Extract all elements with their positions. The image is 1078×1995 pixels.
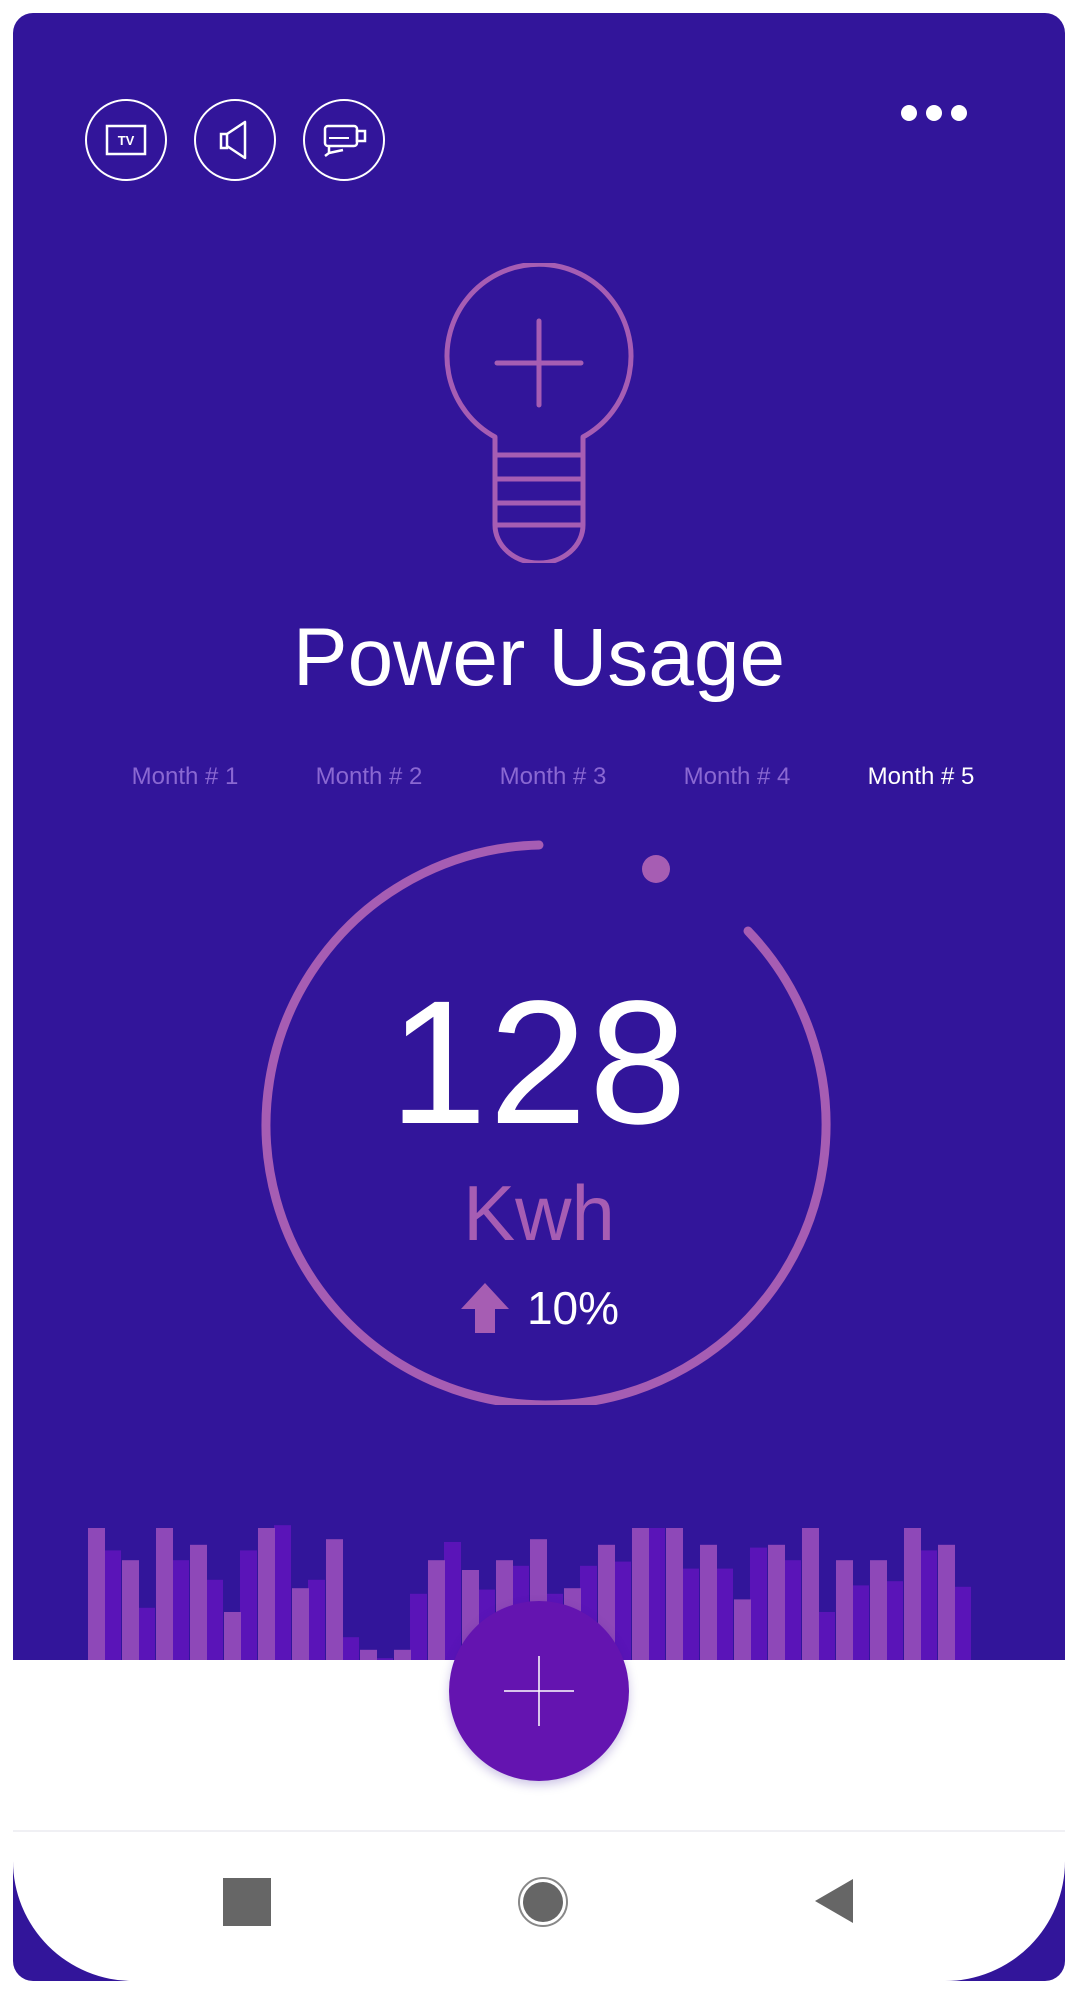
usage-bar <box>768 1544 785 1661</box>
usage-bar <box>122 1560 139 1661</box>
usage-bar <box>258 1528 275 1661</box>
tv-button[interactable]: TV <box>85 99 167 181</box>
usage-bar-secondary <box>342 1637 359 1661</box>
usage-bar <box>802 1528 819 1661</box>
usage-bar <box>666 1528 683 1661</box>
usage-bar <box>326 1539 343 1661</box>
usage-bar <box>428 1560 445 1661</box>
tab-month-5[interactable]: Month # 5 <box>829 763 1013 791</box>
usage-bar-secondary <box>444 1542 461 1661</box>
page-title: Power Usage <box>292 612 786 703</box>
usage-bar-secondary <box>954 1586 971 1661</box>
usage-bar <box>632 1528 649 1661</box>
usage-bar <box>292 1588 309 1661</box>
tab-month-3[interactable]: Month # 3 <box>461 763 645 791</box>
usage-bar <box>734 1599 751 1661</box>
usage-bar-secondary <box>750 1547 767 1661</box>
usage-bar-secondary <box>410 1593 427 1661</box>
usage-bar <box>88 1528 105 1661</box>
tv-label: TV <box>118 133 135 148</box>
usage-bar-secondary <box>648 1528 665 1661</box>
usage-bar-secondary <box>308 1579 325 1661</box>
tab-month-2[interactable]: Month # 2 <box>277 763 461 791</box>
usage-bar-secondary <box>852 1585 869 1661</box>
usage-bar <box>224 1612 241 1661</box>
usage-bar <box>190 1544 207 1661</box>
more-horizontal-icon[interactable] <box>901 105 967 121</box>
tab-month-1[interactable]: Month # 1 <box>93 763 277 791</box>
usage-change-percent: 10% <box>526 1282 620 1334</box>
dot <box>926 105 942 121</box>
usage-bar <box>836 1560 853 1661</box>
arrow-up-icon <box>460 1283 509 1333</box>
tv-icon: TV <box>105 124 147 156</box>
usage-bar-secondary <box>138 1607 155 1661</box>
tab-month-4[interactable]: Month # 4 <box>645 763 829 791</box>
speaker-icon <box>219 120 247 160</box>
recent-apps-icon[interactable] <box>223 1878 271 1926</box>
add-button[interactable] <box>449 1601 629 1781</box>
usage-bar-secondary <box>274 1525 291 1661</box>
usage-value: 128 <box>389 965 689 1161</box>
usage-bar-secondary <box>172 1560 189 1661</box>
usage-change: 10% <box>13 1281 1065 1335</box>
system-navigation-bar <box>13 1853 1065 1943</box>
usage-unit: Kwh <box>463 1169 615 1257</box>
device-selector: TV <box>85 99 385 181</box>
usage-bar-secondary <box>818 1612 835 1661</box>
dot <box>951 105 967 121</box>
usage-bar <box>870 1560 887 1661</box>
usage-bar <box>904 1528 921 1661</box>
usage-bar-secondary <box>240 1550 257 1661</box>
plus-icon <box>504 1656 574 1726</box>
speaker-button[interactable] <box>194 99 276 181</box>
usage-bar-secondary <box>104 1550 121 1661</box>
usage-bar-secondary <box>716 1568 733 1661</box>
app-screen: TV Power Usage Month # 1 Month # 2 Month… <box>13 13 1065 1981</box>
back-icon[interactable] <box>813 1877 855 1925</box>
usage-bar-secondary <box>206 1579 223 1661</box>
usage-bar-secondary <box>920 1550 937 1661</box>
divider <box>13 1830 1065 1832</box>
dot <box>901 105 917 121</box>
usage-bar-secondary <box>886 1581 903 1661</box>
projector-icon <box>323 124 367 157</box>
home-icon-fill <box>523 1882 563 1922</box>
usage-bar-secondary <box>784 1560 801 1661</box>
usage-bar <box>700 1544 717 1661</box>
usage-bar <box>156 1528 173 1661</box>
lightbulb-plus-icon <box>444 263 634 563</box>
home-icon[interactable] <box>518 1877 568 1927</box>
projector-button[interactable] <box>303 99 385 181</box>
month-tabs: Month # 1 Month # 2 Month # 3 Month # 4 … <box>93 763 1013 791</box>
usage-bar <box>938 1544 955 1661</box>
usage-bar-secondary <box>682 1568 699 1661</box>
gauge-indicator-dot <box>642 855 670 883</box>
